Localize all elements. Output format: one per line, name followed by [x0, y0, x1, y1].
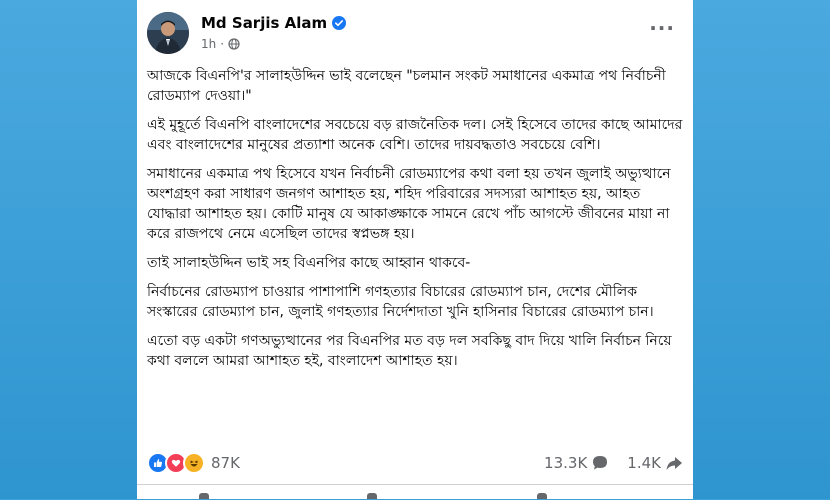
facebook-post-card: Md Sarjis Alam 1h · ··· আজকে বিএনপি'র সা…	[137, 0, 693, 499]
verified-badge-icon	[332, 16, 347, 30]
globe-icon[interactable]	[228, 38, 240, 50]
background-right	[693, 0, 830, 499]
comments-count: 13.3K	[544, 454, 588, 472]
post-paragraph-3: সমাধানের একমাত্র পথ হিসেবে যখন নির্বাচনী…	[147, 166, 671, 242]
post-header: Md Sarjis Alam 1h · ···	[147, 12, 683, 56]
author-name[interactable]: Md Sarjis Alam	[201, 14, 327, 32]
like-action-icon[interactable]	[199, 493, 209, 499]
comments-stat[interactable]: 13.3K	[544, 454, 609, 472]
post-body: আজকে বিএনপি'র সালাহউদ্দিন ভাই বলেছেন "চল…	[147, 66, 683, 380]
post-stats-bar: 87K 13.3K 1.4K	[147, 451, 683, 475]
reactions-count: 87K	[211, 454, 240, 472]
post-paragraph-5: নির্বাচনের রোডম্যাপ চাওয়ার পাশাপাশি গণহ…	[147, 284, 654, 320]
share-icon	[666, 457, 682, 470]
avatar-image	[147, 12, 189, 54]
meta-separator: ·	[220, 37, 225, 51]
post-meta: 1h ·	[201, 37, 240, 51]
author-name-row: Md Sarjis Alam	[201, 14, 347, 32]
post-paragraph-4: তাই সালাহউদ্দিন ভাই সহ বিএনপির কাছে আহ্ব…	[147, 255, 471, 271]
comment-action-icon[interactable]	[367, 493, 377, 499]
shares-count: 1.4K	[627, 454, 661, 472]
post-timestamp[interactable]: 1h	[201, 37, 216, 51]
comment-icon	[593, 456, 608, 470]
haha-reaction-icon	[183, 452, 205, 474]
reactions-summary[interactable]: 87K	[147, 452, 240, 474]
post-actions-bar	[137, 484, 693, 500]
shares-stat[interactable]: 1.4K	[627, 454, 683, 472]
post-paragraph-1: আজকে বিএনপি'র সালাহউদ্দিন ভাই বলেছেন "চল…	[147, 68, 666, 104]
more-options-icon[interactable]: ···	[649, 18, 675, 38]
post-paragraph-2: এই মুহূর্তে বিএনপি বাংলাদেশের সবচেয়ে বড…	[147, 117, 683, 153]
share-action-icon[interactable]	[537, 493, 547, 499]
avatar[interactable]	[147, 12, 189, 54]
background-left	[0, 0, 137, 499]
post-paragraph-6: এতো বড় একটা গণঅভ্যুত্থানের পর বিএনপির ম…	[147, 333, 672, 369]
